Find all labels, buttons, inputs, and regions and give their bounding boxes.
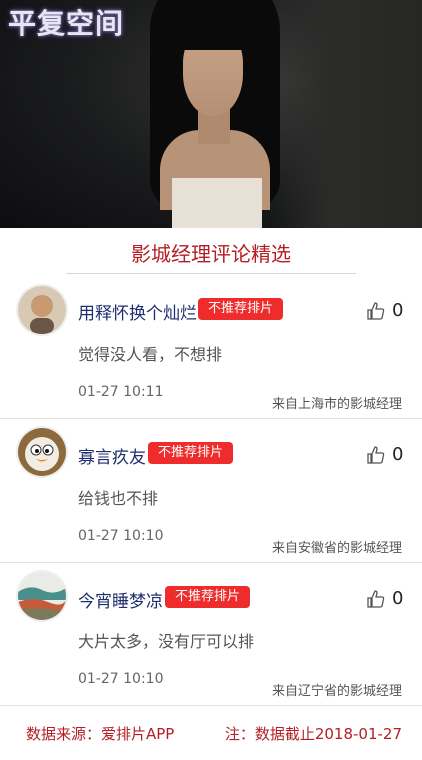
avatar-man-portrait-icon: [18, 286, 66, 334]
like-button[interactable]: 0: [366, 588, 403, 609]
username[interactable]: 今宵睡梦凉: [78, 587, 163, 612]
user-avatar[interactable]: [18, 572, 66, 620]
comment-time: 01-27 10:10: [78, 671, 164, 687]
comment-divider: [0, 418, 422, 419]
user-avatar[interactable]: [18, 428, 66, 476]
comment-divider: [0, 705, 422, 706]
hero-image: 平复空间: [0, 0, 422, 228]
thumbs-up-icon: [367, 445, 385, 464]
thumbs-up-icon: [367, 589, 385, 608]
comment-divider: [0, 562, 422, 563]
username[interactable]: 寡言疚友: [78, 443, 146, 468]
comment-source: 来自上海市的影城经理: [271, 397, 402, 412]
status-badge: 不推荐排片: [198, 298, 284, 320]
like-count: 0: [392, 300, 404, 321]
data-source-note: 数据来源：爱排片APP: [26, 725, 175, 743]
user-avatar[interactable]: [18, 286, 66, 334]
status-badge: 不推荐排片: [165, 586, 251, 608]
comment-text: 觉得没人看，不想排: [78, 345, 223, 364]
comment-time: 01-27 10:10: [78, 528, 164, 544]
comment-text: 大片太多，没有厅可以排: [78, 632, 255, 651]
data-cutoff-note: 注：数据截止2018-01-27: [224, 725, 402, 743]
thumbs-up-icon: [367, 301, 385, 320]
section-title: 影城经理评论精选: [131, 242, 291, 266]
like-count: 0: [392, 588, 404, 609]
comment-source: 来自辽宁省的影城经理: [271, 684, 402, 699]
hero-figure-bangs: [178, 10, 250, 50]
like-button[interactable]: 0: [366, 300, 403, 321]
like-count: 0: [392, 444, 404, 465]
comment-time: 01-27 10:11: [78, 384, 164, 400]
status-badge: 不推荐排片: [148, 442, 234, 464]
comment-text: 给钱也不排: [78, 489, 159, 508]
avatar-cartoon-bird-icon: [18, 428, 66, 476]
like-button[interactable]: 0: [366, 444, 403, 465]
hero-figure-dress: [172, 178, 262, 228]
comment-source: 来自安徽省的影城经理: [271, 541, 402, 556]
hero-background-wall: [270, 0, 422, 228]
avatar-painting-icon: [18, 572, 66, 620]
username[interactable]: 用释怀换个灿烂: [78, 299, 197, 324]
movie-logo: 平复空间: [8, 7, 125, 40]
title-divider: [66, 273, 356, 274]
